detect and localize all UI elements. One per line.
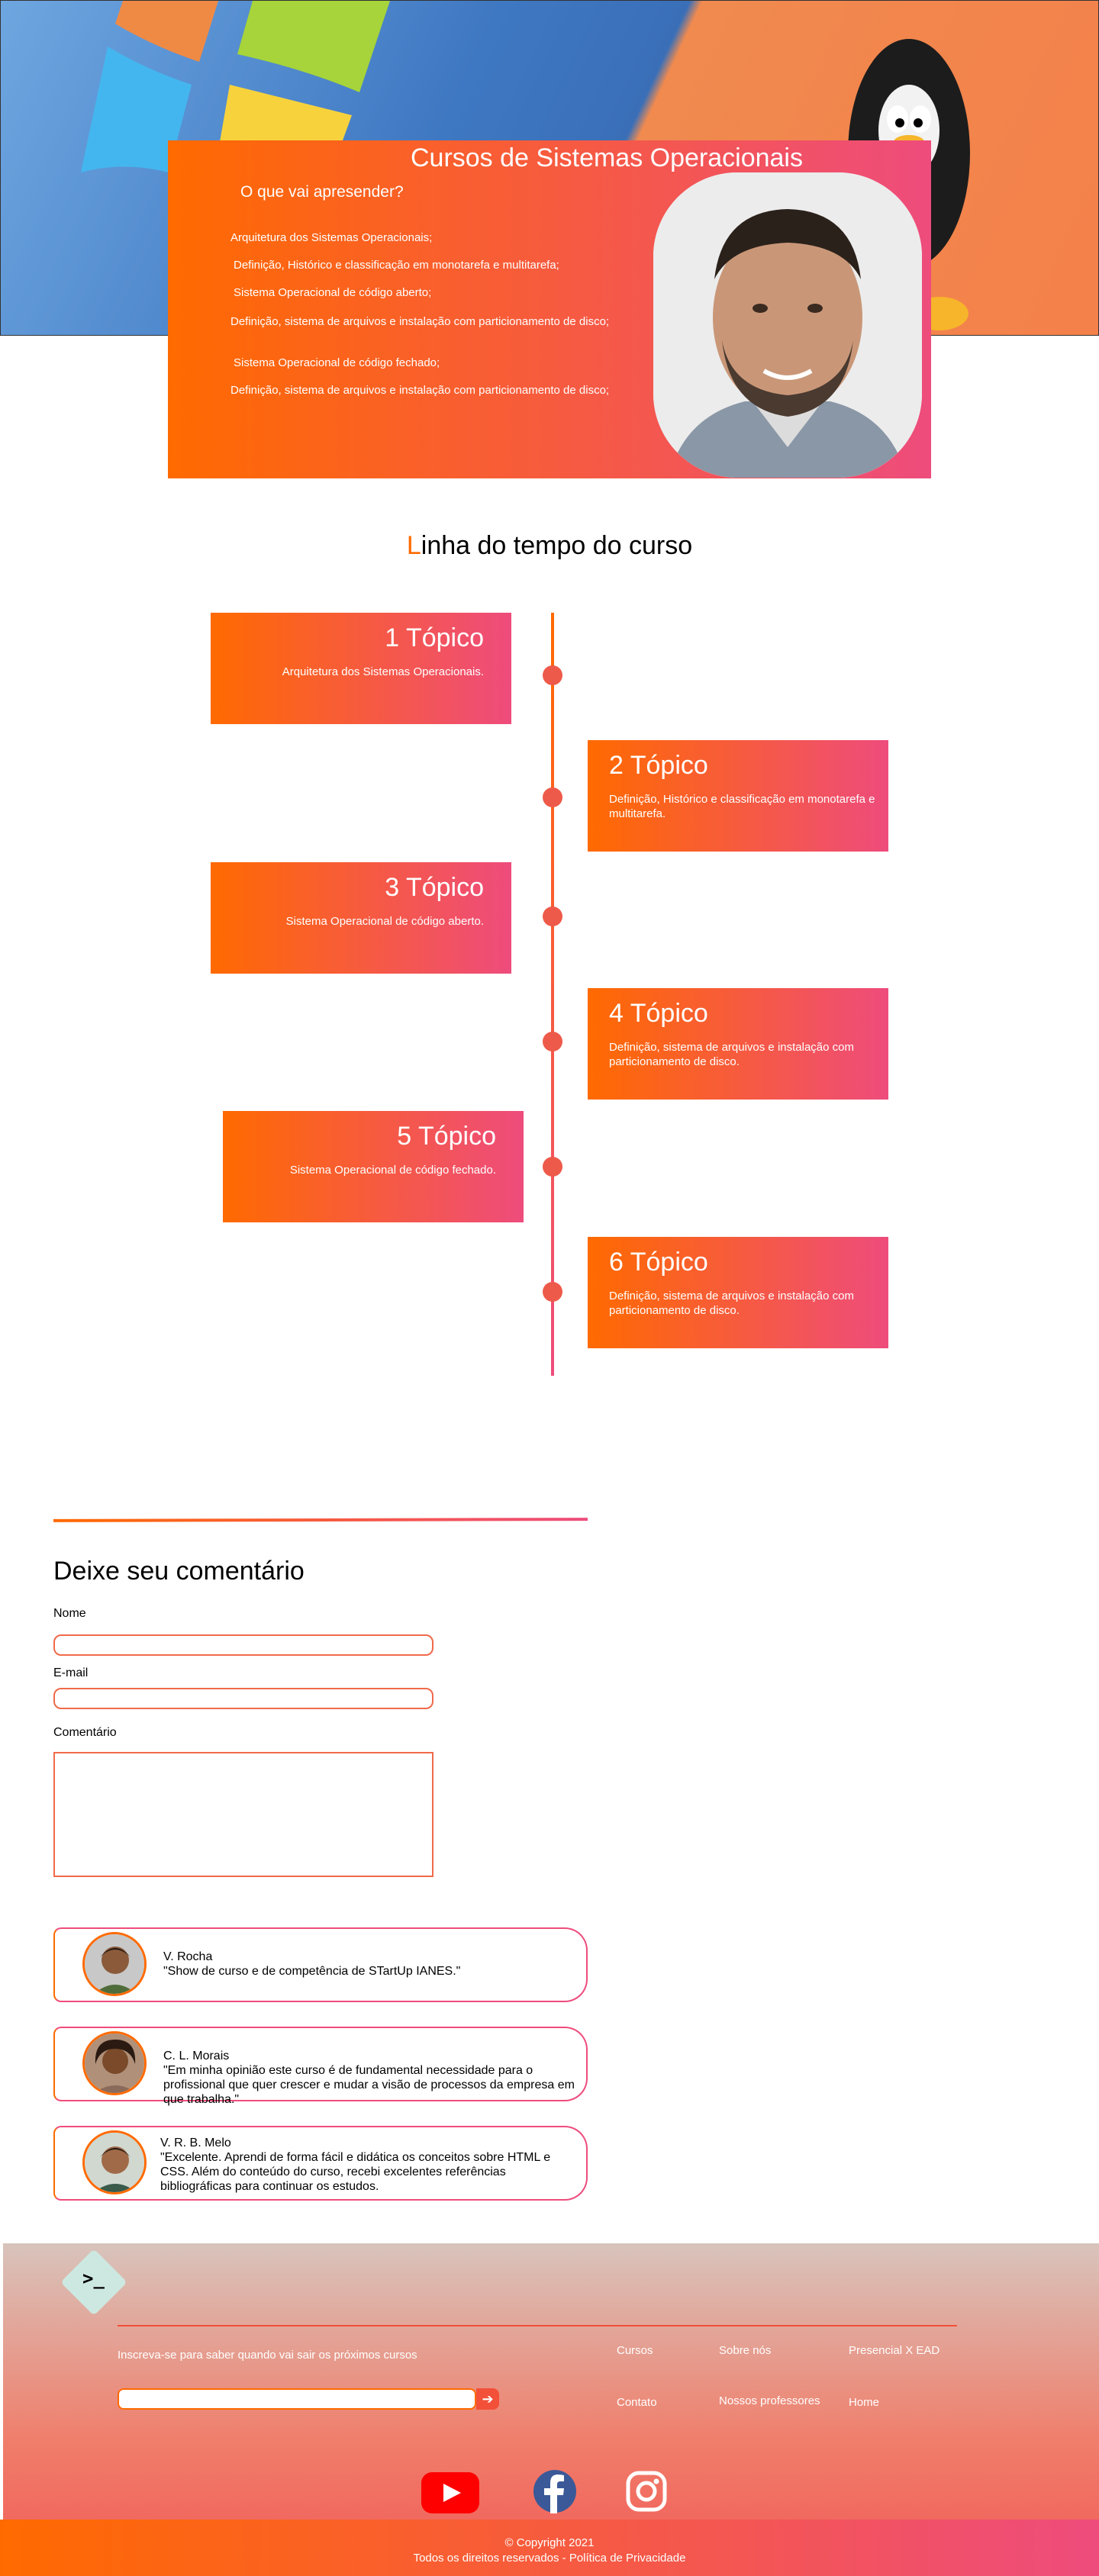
topic-title: 3 Tópico [385, 873, 484, 902]
comment-field[interactable] [53, 1752, 433, 1877]
topic-description: Definição, sistema de arquivos e instala… [609, 1290, 854, 1317]
copyright-bar: © Copyright 2021 Todos os direitos reser… [0, 2520, 1099, 2576]
topic-description: Definição, sistema de arquivos e instala… [609, 1041, 854, 1068]
testimonial-name: V. Rocha [163, 1950, 213, 1963]
footer-link-sobre-nos[interactable]: Sobre nós [719, 2344, 771, 2357]
comment-label: Comentário [53, 1726, 117, 1739]
topic-description: Sistema Operacional de código aberto. [285, 915, 484, 928]
footer-link-contato[interactable]: Contato [617, 2396, 657, 2409]
testimonial-card: V. R. B. Melo "Excelente. Aprendi de for… [53, 2126, 588, 2201]
topic-description: Arquitetura dos Sistemas Operacionais. [282, 665, 484, 678]
email-field[interactable] [53, 1688, 433, 1709]
testimonial-card: V. Rocha "Show de curso e de competência… [53, 1927, 588, 2002]
newsletter-label: Inscreva-se para saber quando vai sair o… [118, 2349, 417, 2362]
testimonial-text: "Excelente. Aprendi de forma fácil e did… [160, 2151, 551, 2193]
testimonial-text: "Em minha opinião este curso é de fundam… [163, 2064, 575, 2106]
timeline-topic-1: 1 Tópico Arquitetura dos Sistemas Operac… [211, 613, 511, 724]
newsletter-submit-button[interactable]: ➔ [476, 2388, 499, 2410]
comment-form-title: Deixe seu comentário [53, 1557, 305, 1586]
hero-item: Sistema Operacional de código fechado; [234, 356, 440, 369]
hero-item: Definição, sistema de arquivos e instala… [230, 315, 610, 328]
facebook-icon[interactable] [533, 2469, 577, 2513]
newsletter-email-input[interactable] [118, 2388, 476, 2410]
testimonial-name: C. L. Morais [163, 2050, 230, 2062]
instagram-icon[interactable] [626, 2471, 667, 2512]
topic-description: Definição, Histórico e classificação em … [609, 793, 875, 820]
timeline-title: Linha do tempo do curso [406, 531, 693, 560]
hero-subtitle: O que vai apresender? [240, 183, 404, 201]
topic-title: 6 Tópico [609, 1248, 708, 1277]
footer-link-presencial-ead[interactable]: Presencial X EAD [849, 2344, 939, 2357]
arrow-right-icon: ➔ [482, 2391, 494, 2407]
footer-link-home[interactable]: Home [849, 2396, 879, 2409]
timeline-dot [543, 665, 562, 685]
name-field[interactable] [53, 1634, 433, 1656]
avatar [82, 1932, 147, 1996]
hero-item: Sistema Operacional de código aberto; [234, 286, 432, 299]
timeline-dot [543, 1032, 562, 1051]
timeline-dot [543, 906, 562, 926]
timeline-topic-6: 6 Tópico Definição, sistema de arquivos … [588, 1237, 888, 1348]
instructor-photo [653, 172, 922, 478]
footer-link-professores[interactable]: Nossos professores [719, 2394, 820, 2407]
logo-text: >_ [82, 2268, 105, 2289]
topic-title: 4 Tópico [609, 999, 708, 1028]
hero-item: Arquitetura dos Sistemas Operacionais; [230, 231, 433, 244]
avatar [82, 2130, 147, 2194]
youtube-icon[interactable] [421, 2472, 479, 2513]
testimonial-card: C. L. Morais "Em minha opinião este curs… [53, 2027, 588, 2106]
footer-divider [118, 2325, 957, 2326]
topic-title: 5 Tópico [397, 1122, 496, 1151]
topic-title: 1 Tópico [385, 623, 484, 652]
name-label: Nome [53, 1607, 86, 1620]
topic-description: Sistema Operacional de código fechado. [289, 1164, 496, 1177]
timeline-line [551, 613, 554, 1376]
timeline-topic-2: 2 Tópico Definição, Histórico e classifi… [588, 740, 888, 852]
hero-item: Definição, Histórico e classificação em … [234, 259, 559, 272]
timeline-topic-5: 5 Tópico Sistema Operacional de código f… [223, 1111, 524, 1222]
timeline-dot [543, 1157, 562, 1177]
section-divider [53, 1518, 588, 1522]
avatar [82, 2031, 147, 2095]
testimonial-name: V. R. B. Melo [160, 2136, 231, 2149]
timeline-dot [543, 787, 562, 807]
timeline-dot [543, 1282, 562, 1302]
hero-item: Definição, sistema de arquivos e instala… [230, 384, 610, 397]
testimonial-text: "Show de curso e de competência de STart… [163, 1965, 461, 1978]
timeline-topic-4: 4 Tópico Definição, sistema de arquivos … [588, 988, 888, 1100]
copyright-text: © Copyright 2021 [504, 2536, 595, 2549]
email-label: E-mail [53, 1666, 89, 1679]
timeline-topic-3: 3 Tópico Sistema Operacional de código a… [211, 862, 511, 974]
hero-card: Cursos de Sistemas Operacionais O que va… [168, 140, 931, 478]
hero-title: Cursos de Sistemas Operacionais [410, 143, 803, 172]
topic-title: 2 Tópico [609, 751, 708, 780]
footer-link-cursos[interactable]: Cursos [617, 2344, 653, 2357]
rights-text: Todos os direitos reservados - Política … [413, 2552, 686, 2565]
